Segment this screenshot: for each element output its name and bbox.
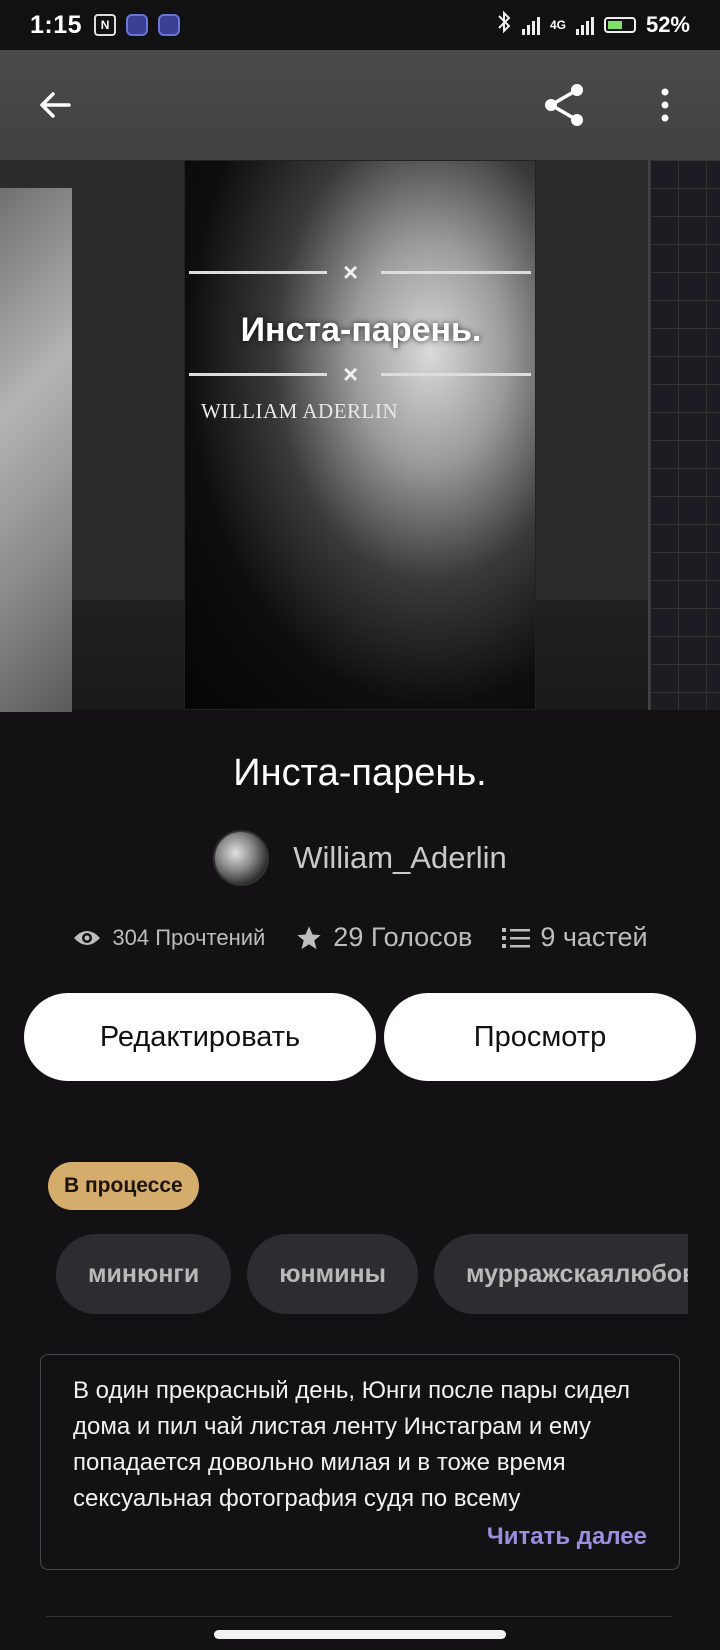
cover-title: Инста-парень. bbox=[240, 311, 482, 349]
tag-list: минюнги юнмины мурражскаялюбовь bbox=[56, 1234, 688, 1314]
arrow-left-icon bbox=[40, 92, 71, 118]
author-link[interactable]: William_Aderlin bbox=[0, 830, 720, 886]
app-notification-icon bbox=[158, 14, 181, 36]
network-type: 4G bbox=[549, 18, 566, 32]
share-icon bbox=[545, 84, 583, 126]
reads-stat: 304 Прочтений bbox=[72, 925, 265, 951]
read-more-link[interactable]: Читать далее bbox=[487, 1523, 647, 1551]
votes-count: 29 Голосов bbox=[333, 922, 473, 952]
votes-stat: 29 Голосов bbox=[295, 922, 472, 953]
parts-count: 9 частей bbox=[540, 922, 648, 952]
star-icon bbox=[297, 925, 321, 949]
more-vertical-icon bbox=[661, 88, 669, 122]
author-name[interactable]: William_Aderlin bbox=[293, 840, 507, 876]
reads-count: 304 Прочтений bbox=[112, 924, 266, 950]
eye-icon bbox=[74, 930, 101, 945]
top-bar bbox=[0, 50, 720, 160]
app-notification-icon bbox=[126, 14, 149, 36]
edit-button[interactable]: Редактировать bbox=[24, 993, 376, 1081]
cover-thumbnail-next[interactable] bbox=[648, 160, 720, 710]
tag-chip[interactable]: минюнги bbox=[56, 1234, 232, 1314]
battery-percent: 52% bbox=[645, 12, 690, 37]
status-time: 1:15 bbox=[30, 10, 83, 39]
bluetooth-icon bbox=[496, 10, 512, 40]
view-button[interactable]: Просмотр bbox=[384, 993, 696, 1081]
tag-chip[interactable]: юнмины bbox=[247, 1234, 418, 1314]
nfc-icon: N bbox=[94, 14, 117, 36]
status-badge: В процессе bbox=[48, 1162, 199, 1210]
cover-thumbnail-previous[interactable] bbox=[0, 188, 72, 712]
list-icon bbox=[502, 927, 531, 948]
cover-author: WILLIAM ADERLIN bbox=[201, 399, 399, 423]
story-title: Инста-парень. bbox=[233, 752, 487, 794]
parts-stat[interactable]: 9 частей bbox=[502, 922, 648, 953]
share-button[interactable] bbox=[540, 80, 590, 130]
tag-chip[interactable]: мурражскаялюбовь bbox=[433, 1234, 688, 1314]
battery-icon bbox=[603, 17, 636, 33]
divider bbox=[46, 1616, 672, 1617]
back-button[interactable] bbox=[30, 80, 80, 130]
cover-image[interactable]: × Инста-парень. × WILLIAM ADERLIN bbox=[184, 160, 536, 710]
avatar[interactable] bbox=[213, 830, 270, 886]
story-stats: 304 Прочтений 29 Голосов 9 частей bbox=[0, 922, 720, 953]
description-text: В один прекрасный день, Юнги после пары … bbox=[73, 1377, 631, 1512]
home-indicator[interactable] bbox=[214, 1630, 506, 1639]
signal-icon bbox=[521, 15, 540, 35]
signal-icon bbox=[575, 15, 594, 35]
more-options-button[interactable] bbox=[640, 80, 690, 130]
status-bar: 1:15 N 4G 52% bbox=[0, 0, 720, 50]
story-description: В один прекрасный день, Юнги после пары … bbox=[40, 1354, 680, 1570]
